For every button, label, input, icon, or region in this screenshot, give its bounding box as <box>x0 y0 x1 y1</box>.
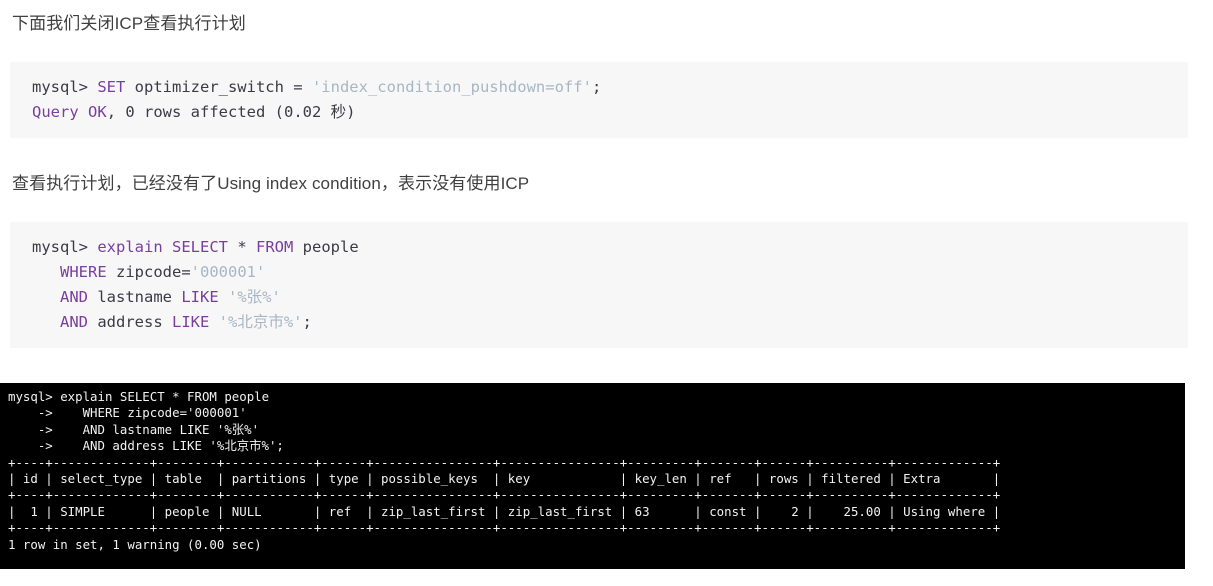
code-line: AND lastname LIKE '%张%' <box>32 285 1188 310</box>
code-token-str: 'index_condition_pushdown=off' <box>311 78 592 96</box>
terminal-prompt-line: -> AND lastname LIKE '%张%' <box>8 421 260 437</box>
code-token-plain: ; <box>591 78 602 96</box>
code-token-kw: WHERE <box>60 263 107 281</box>
code-token-plain: optimizer_switch = <box>125 78 312 96</box>
code-token-plain: ; <box>302 313 312 331</box>
code-token-plain: mysql> <box>32 238 98 256</box>
code-token-kw: OK <box>88 103 107 121</box>
code-token-kw: explain <box>97 238 163 256</box>
paragraph-intro-disable-icp: 下面我们关闭ICP查看执行计划 <box>12 14 246 33</box>
code-token-plain: lastname <box>88 288 182 306</box>
terminal-prompt-line: mysql> explain SELECT * FROM people <box>8 389 270 404</box>
terminal-table-separator: +----+-------------+--------+-----------… <box>8 520 1001 536</box>
terminal-table-header: | id | select_type | table | partitions … <box>8 471 1001 487</box>
terminal-output: mysql> explain SELECT * FROM people -> W… <box>0 383 1185 569</box>
code-block-set-optimizer-switch: mysql> SET optimizer_switch = 'index_con… <box>10 62 1188 138</box>
code-line: AND address LIKE '%北京市%'; <box>32 310 1188 335</box>
code-line: mysql> explain SELECT * FROM people <box>32 235 1188 260</box>
code-token-kw: SELECT <box>172 238 228 256</box>
terminal-prompt-line: -> WHERE zipcode='000001' <box>8 405 247 421</box>
terminal-table-separator: +----+-------------+--------+-----------… <box>8 487 1001 503</box>
code-line: mysql> SET optimizer_switch = 'index_con… <box>32 75 1188 100</box>
terminal-table-separator: +----+-------------+--------+-----------… <box>8 454 1001 470</box>
code-token-plain: , 0 rows affected (0.02 秒) <box>106 103 356 121</box>
code-token-str: '000001' <box>190 263 266 281</box>
code-token-kw: SET <box>97 78 126 96</box>
terminal-table-row: | 1 | SIMPLE | people | NULL | ref | zip… <box>8 503 1001 519</box>
code-token-kw: FROM <box>256 238 294 256</box>
terminal-footer-line: 1 row in set, 1 warning (0.00 sec) <box>8 536 262 552</box>
code-block-explain-select: mysql> explain SELECT * FROM people WHER… <box>10 222 1188 348</box>
code-token-plain: people <box>293 238 359 256</box>
code-token-kw: AND <box>60 288 88 306</box>
code-token-kw: LIKE <box>172 313 210 331</box>
code-token-plain: zipcode= <box>106 263 191 281</box>
code-token-kw: LIKE <box>181 288 219 306</box>
code-token-str: '%北京市%' <box>218 313 303 331</box>
code-token-plain: * <box>228 238 256 256</box>
code-token-plain: address <box>88 313 172 331</box>
code-token-kw: Query <box>32 103 79 121</box>
terminal-prompt-line: -> AND address LIKE '%北京市%'; <box>8 438 284 454</box>
code-token-kw: AND <box>60 313 88 331</box>
code-line: WHERE zipcode='000001' <box>32 260 1188 285</box>
code-token-str: '%张%' <box>228 288 281 306</box>
code-token-plain: mysql> <box>32 78 98 96</box>
code-line: Query OK, 0 rows affected (0.02 秒) <box>32 100 1188 125</box>
paragraph-explain-no-icp: 查看执行计划，已经没有了Using index condition，表示没有使用… <box>12 174 530 193</box>
